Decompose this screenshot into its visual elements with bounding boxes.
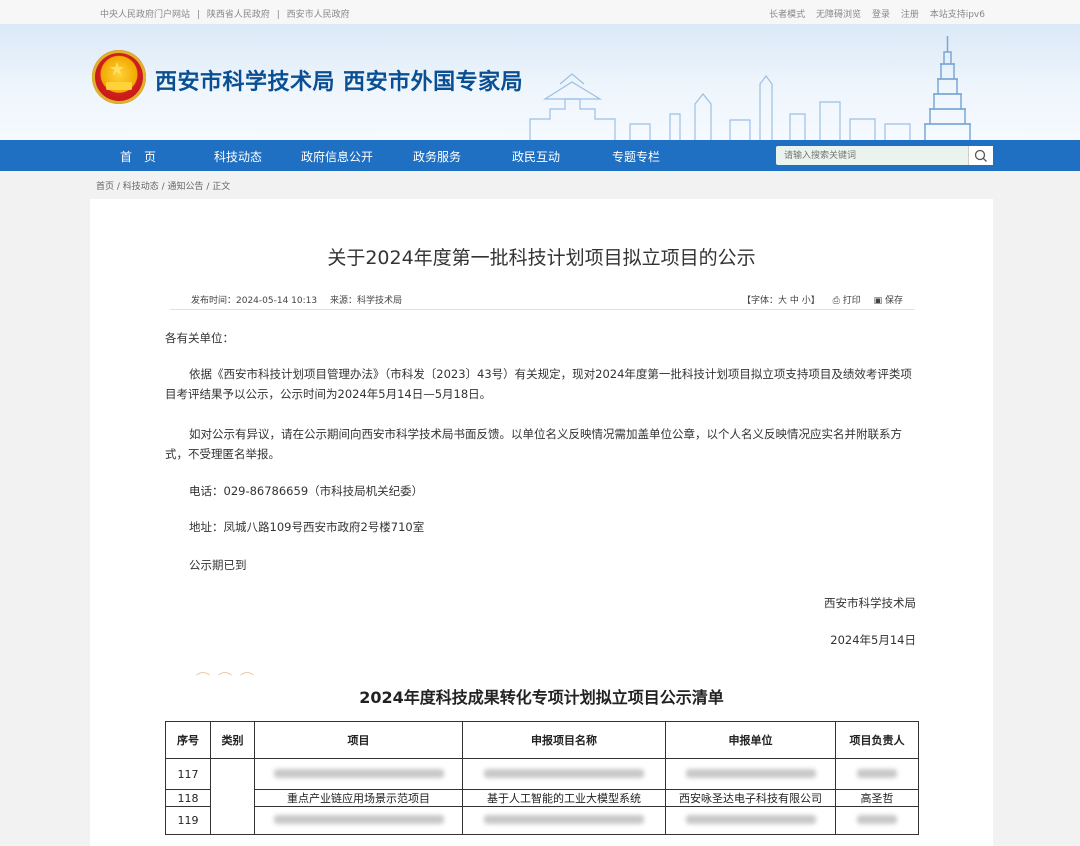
link-central-gov[interactable]: 中央人民政府门户网站	[100, 10, 190, 20]
table-row: 118 重点产业链应用场景示范项目 基于人工智能的工业大模型系统 西安咏圣达电子…	[165, 789, 919, 807]
meta-divider	[170, 309, 915, 310]
header-project-name: 申报项目名称	[462, 721, 666, 759]
save-label: 保存	[884, 296, 903, 306]
print-button[interactable]: ⎙ 打印	[833, 296, 861, 306]
paragraph-2: 如对公示有异议，请在公示期间向西安市科学技术局书面反馈。以单位名义反映情况需加盖…	[165, 427, 902, 461]
top-utility-bar: 中央人民政府门户网站 | 陕西省人民政府 | 西安市人民政府 长者模式 无障碍浏…	[0, 0, 1080, 24]
row-leader: 高圣哲	[835, 789, 919, 807]
city-skyline-illustration	[529, 36, 971, 140]
header-leader: 项目负责人	[835, 721, 919, 759]
row-project: 重点产业链应用场景示范项目	[254, 789, 463, 807]
blurred-cell	[462, 806, 666, 835]
link-xian-gov[interactable]: 西安市人民政府	[287, 10, 350, 20]
article-source: 来源：科学技术局	[329, 296, 402, 306]
separator: |	[276, 10, 280, 20]
search-icon	[974, 149, 987, 162]
search-button[interactable]	[968, 146, 993, 165]
list-title: 2024年度科技成果转化专项计划拟立项目公示清单	[359, 688, 724, 707]
top-links: 中央人民政府门户网站 | 陕西省人民政府 | 西安市人民政府	[100, 7, 354, 20]
ipv6-note: 本站支持ipv6	[929, 10, 985, 20]
search-box	[776, 146, 993, 165]
blurred-cell	[665, 806, 836, 835]
paragraph-1: 依据《西安市科技计划项目管理办法》（市科发〔2023〕43号）有关规定，现对20…	[165, 367, 912, 401]
article-panel: 关于2024年度第一批科技计划项目拟立项目的公示 发布时间：2024-05-14…	[90, 199, 993, 846]
header-banner: ★ 西安市科学技术局 西安市外国专家局	[0, 24, 1080, 140]
article-meta: 发布时间：2024-05-14 10:13 来源：科学技术局	[191, 293, 412, 306]
save-button[interactable]: ▣ 保存	[874, 296, 903, 306]
greeting: 各有关单位：	[165, 331, 234, 345]
nav-special-topics[interactable]: 专题专栏	[612, 148, 660, 165]
signature: 西安市科学技术局	[824, 596, 916, 610]
article-title: 关于2024年度第一批科技计划项目拟立项目的公示	[327, 247, 756, 269]
project-table: 序号 类别 项目 申报项目名称 申报单位 项目负责人 117 118 重点产业链…	[165, 721, 919, 835]
nav-tech-news[interactable]: 科技动态	[214, 148, 262, 165]
blurred-cell	[462, 758, 666, 790]
blurred-cell	[835, 758, 919, 790]
table-row: 119	[165, 806, 919, 835]
blurred-cell	[835, 806, 919, 835]
top-right-links: 长者模式 无障碍浏览 登录 注册 本站支持ipv6	[761, 7, 985, 20]
row-category	[210, 758, 255, 835]
nav-home[interactable]: 首 页	[120, 148, 156, 165]
contact-phone: 电话：029-86786659（市科技局机关纪委）	[189, 484, 424, 498]
publish-time: 发布时间：2024-05-14 10:13	[191, 296, 318, 306]
table-header-row: 序号 类别 项目 申报项目名称 申报单位 项目负责人	[165, 721, 919, 759]
separator: |	[196, 10, 200, 20]
contact-address: 地址：凤城八路109号西安市政府2号楼710室	[189, 520, 425, 534]
notice-ended: 公示期已到	[189, 558, 247, 572]
row-no: 119	[165, 806, 211, 835]
row-no: 118	[165, 789, 211, 807]
printer-icon: ⎙	[832, 296, 840, 306]
row-project-name: 基于人工智能的工业大模型系统	[462, 789, 666, 807]
national-emblem-icon: ★	[92, 50, 146, 104]
header-category: 类别	[210, 721, 255, 759]
register-link[interactable]: 注册	[901, 10, 919, 20]
accessibility-link[interactable]: 无障碍浏览	[816, 10, 861, 20]
blurred-cell	[254, 806, 463, 835]
breadcrumb[interactable]: 首页 / 科技动态 / 通知公告 / 正文	[96, 179, 230, 192]
blurred-cell	[665, 758, 836, 790]
nav-gov-services[interactable]: 政务服务	[413, 148, 461, 165]
article-tools: 【字体：大 中 小】 ⎙ 打印 ▣ 保存	[732, 293, 903, 306]
login-link[interactable]: 登录	[872, 10, 890, 20]
row-no: 117	[165, 758, 211, 790]
font-size-selector[interactable]: 【字体：大 中 小】	[742, 296, 820, 306]
search-input[interactable]	[784, 148, 954, 163]
link-shaanxi-gov[interactable]: 陕西省人民政府	[207, 10, 270, 20]
header-project: 项目	[254, 721, 463, 759]
nav-interaction[interactable]: 政民互动	[512, 148, 560, 165]
print-label: 打印	[842, 296, 861, 306]
blurred-cell	[254, 758, 463, 790]
header-no: 序号	[165, 721, 211, 759]
site-title[interactable]: 西安市科学技术局 西安市外国专家局	[155, 64, 523, 96]
sign-date: 2024年5月14日	[830, 633, 916, 647]
elderly-mode-link[interactable]: 长者模式	[769, 10, 805, 20]
row-unit: 西安咏圣达电子科技有限公司	[665, 789, 836, 807]
nav-gov-info[interactable]: 政府信息公开	[301, 148, 373, 165]
save-icon: ▣	[873, 296, 883, 306]
table-row: 117	[165, 758, 919, 835]
header-unit: 申报单位	[665, 721, 836, 759]
